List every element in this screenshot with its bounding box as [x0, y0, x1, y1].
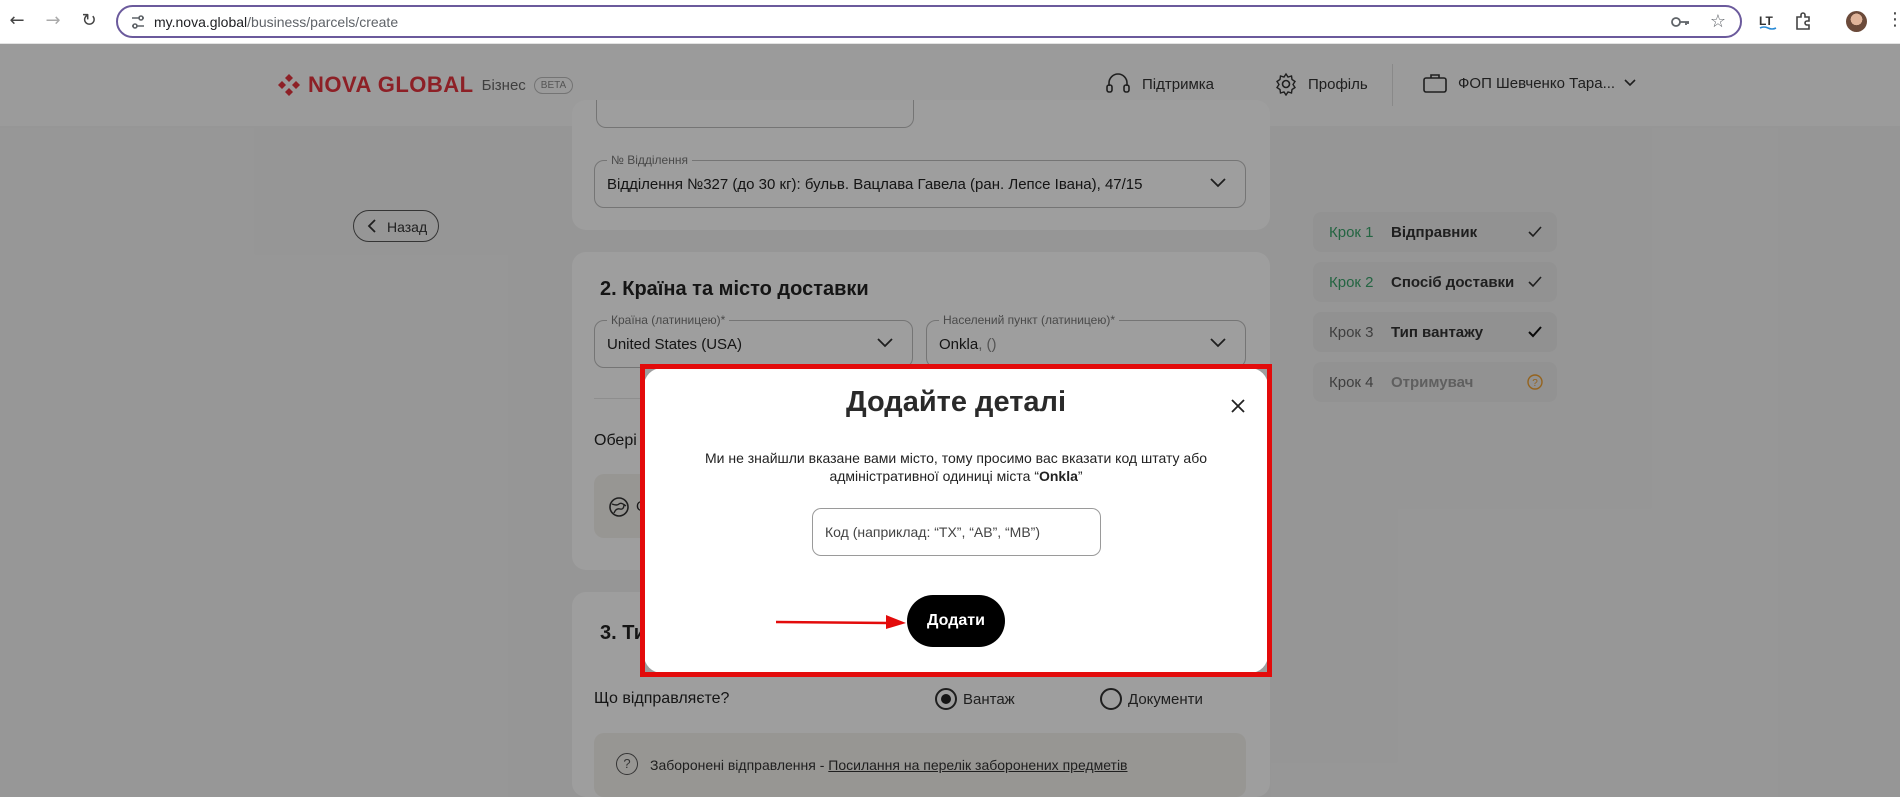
- password-key-icon[interactable]: [1670, 13, 1690, 31]
- url-text: my.nova.global/business/parcels/create: [154, 14, 399, 30]
- back-arrow-icon[interactable]: ←: [6, 10, 28, 32]
- address-bar[interactable]: my.nova.global/business/parcels/create ☆: [116, 5, 1742, 38]
- extensions-puzzle-icon[interactable]: [1793, 10, 1815, 32]
- forward-arrow-icon[interactable]: →: [42, 10, 64, 32]
- annotation-arrow-icon: [776, 615, 906, 629]
- site-info-icon[interactable]: [130, 14, 146, 30]
- reload-icon[interactable]: ↻: [78, 10, 100, 32]
- translate-extension-icon[interactable]: LT: [1757, 10, 1779, 32]
- browser-menu-icon[interactable]: ⋮: [1886, 9, 1900, 30]
- svg-text:LT: LT: [1759, 14, 1773, 28]
- browser-toolbar: ← → ↻ my.nova.global/business/parcels/cr…: [0, 0, 1900, 44]
- highlight-frame: [640, 364, 1272, 677]
- profile-avatar[interactable]: [1846, 11, 1867, 32]
- bookmark-star-icon[interactable]: ☆: [1710, 11, 1726, 32]
